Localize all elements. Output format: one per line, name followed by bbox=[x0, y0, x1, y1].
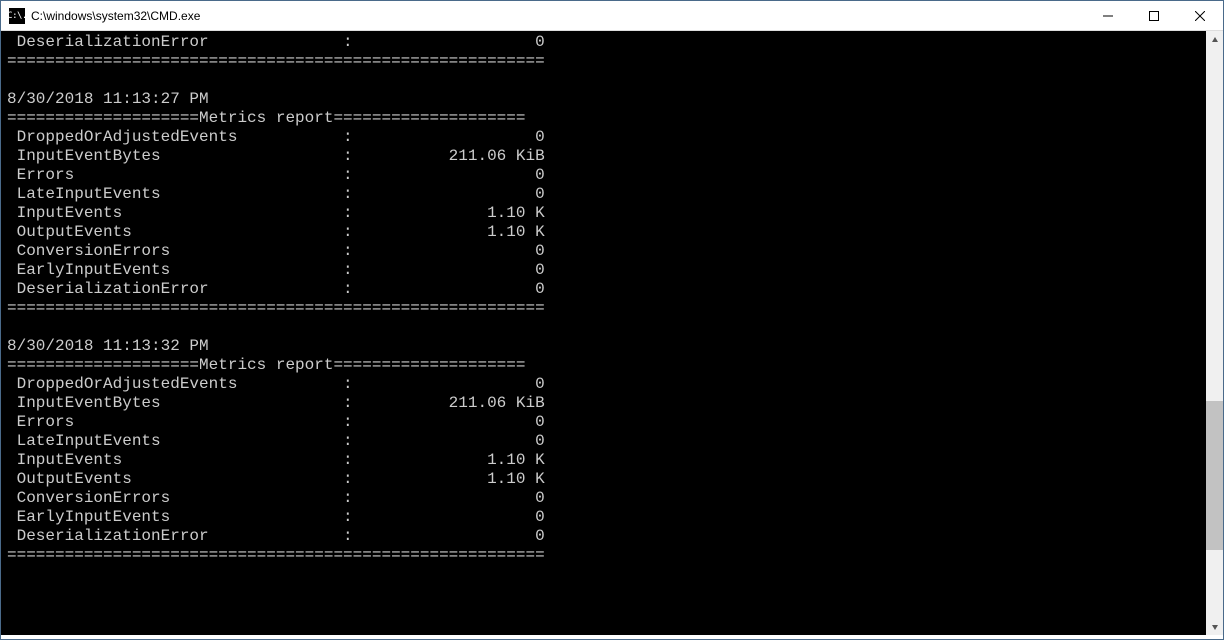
scroll-up-button[interactable] bbox=[1206, 31, 1223, 48]
window-title: C:\windows\system32\CMD.exe bbox=[31, 9, 1085, 23]
maximize-button[interactable] bbox=[1131, 1, 1177, 30]
close-button[interactable] bbox=[1177, 1, 1223, 30]
cmd-window: C:\. C:\windows\system32\CMD.exe Deseria… bbox=[0, 0, 1224, 640]
bottom-border bbox=[1, 635, 1223, 639]
console-output[interactable]: DeserializationError : 0 ===============… bbox=[1, 31, 1206, 635]
app-icon: C:\. bbox=[9, 8, 25, 24]
scroll-track[interactable] bbox=[1206, 48, 1223, 618]
titlebar[interactable]: C:\. C:\windows\system32\CMD.exe bbox=[1, 1, 1223, 31]
window-controls bbox=[1085, 1, 1223, 30]
app-icon-text: C:\. bbox=[7, 11, 27, 21]
vertical-scrollbar[interactable] bbox=[1206, 31, 1223, 635]
scroll-down-button[interactable] bbox=[1206, 618, 1223, 635]
scroll-thumb[interactable] bbox=[1206, 401, 1223, 549]
minimize-button[interactable] bbox=[1085, 1, 1131, 30]
console-area: DeserializationError : 0 ===============… bbox=[1, 31, 1223, 635]
